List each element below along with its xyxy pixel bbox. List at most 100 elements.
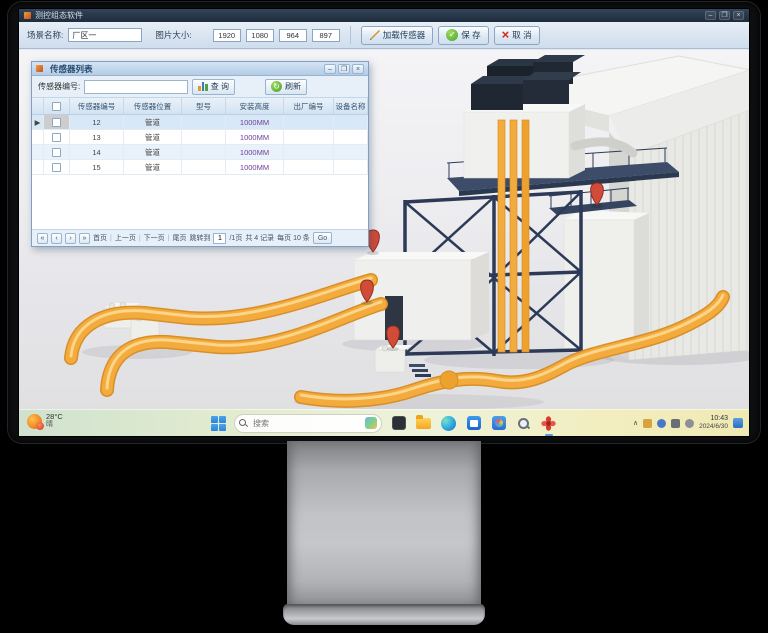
store-button[interactable] bbox=[465, 415, 482, 432]
dialog-titlebar[interactable]: 传感器列表 – ❐ × bbox=[32, 62, 368, 76]
tray-time: 10:43 bbox=[710, 415, 728, 423]
cancel-button[interactable]: × 取 消 bbox=[494, 26, 540, 45]
weather-icon bbox=[27, 414, 42, 429]
photos-button[interactable] bbox=[490, 415, 507, 432]
row-checkbox[interactable] bbox=[52, 163, 61, 172]
weather-condition: 晴 bbox=[46, 421, 63, 429]
size-y-input[interactable] bbox=[312, 29, 340, 42]
table-row[interactable]: 13 管道 1000MM bbox=[32, 130, 368, 145]
first-page-icon[interactable]: « bbox=[37, 233, 48, 244]
task-view-button[interactable] bbox=[390, 415, 407, 432]
front-building bbox=[354, 252, 489, 340]
system-tray: ∧ 10:43 2024/6/30 bbox=[633, 410, 743, 436]
tray-icon-2[interactable] bbox=[657, 419, 666, 428]
records-count: 共 4 记录 bbox=[245, 233, 274, 243]
last-page-icon[interactable]: » bbox=[79, 233, 90, 244]
size-width-input[interactable] bbox=[213, 29, 241, 42]
monitor-stand bbox=[287, 441, 481, 606]
dialog-maximize-button[interactable]: ❐ bbox=[338, 64, 350, 74]
select-all-header[interactable] bbox=[44, 98, 70, 114]
search-highlight-icon bbox=[365, 417, 377, 429]
load-sensors-button[interactable]: 加载传感器 bbox=[361, 26, 434, 45]
col-device-name[interactable]: 设备名称 bbox=[334, 98, 368, 114]
tray-expand-chevron[interactable]: ∧ bbox=[633, 419, 638, 427]
taskbar-search[interactable] bbox=[234, 414, 382, 433]
row-checkbox[interactable] bbox=[52, 148, 61, 157]
window-minimize-button[interactable]: – bbox=[705, 11, 716, 20]
query-button[interactable]: 查 询 bbox=[192, 79, 235, 95]
fan-units bbox=[471, 55, 585, 110]
dialog-icon bbox=[36, 65, 43, 72]
col-model[interactable]: 型号 bbox=[182, 98, 226, 114]
table-row[interactable]: ▶ 12 管道 1000MM bbox=[32, 115, 368, 130]
yellow-riser-pipes bbox=[498, 120, 529, 352]
tray-icon-1[interactable] bbox=[643, 419, 652, 428]
next-page-icon[interactable]: › bbox=[65, 233, 76, 244]
prev-page-icon[interactable]: ‹ bbox=[51, 233, 62, 244]
magnifier-icon bbox=[517, 417, 530, 430]
first-page-link[interactable]: 首页 bbox=[93, 233, 107, 243]
sensor-list-dialog: 传感器列表 – ❐ × 传感器编号: 查 询 ↻ bbox=[31, 61, 369, 247]
table-empty-area bbox=[32, 175, 368, 230]
query-icon bbox=[198, 82, 208, 91]
file-explorer-button[interactable] bbox=[415, 415, 432, 432]
dialog-close-button[interactable]: × bbox=[352, 64, 364, 74]
per-page: 每页 10 条 bbox=[277, 233, 310, 243]
monitor-stand-base bbox=[283, 604, 485, 625]
app-titlebar: 测控组态软件 – ❐ × bbox=[19, 9, 749, 22]
go-button[interactable]: Go bbox=[313, 232, 332, 244]
red-x-icon: × bbox=[502, 30, 510, 40]
scene-name-label: 场景名称: bbox=[27, 29, 63, 41]
check-icon: ✓ bbox=[446, 29, 458, 41]
tray-clock[interactable]: 10:43 2024/6/30 bbox=[699, 415, 728, 431]
window-close-button[interactable]: × bbox=[733, 11, 744, 20]
window-maximize-button[interactable]: ❐ bbox=[719, 11, 730, 20]
col-factory-no[interactable]: 出厂编号 bbox=[284, 98, 334, 114]
refresh-button[interactable]: ↻ 刷新 bbox=[265, 79, 307, 95]
jump-label: 跳转到 bbox=[189, 233, 210, 243]
col-sensor-loc[interactable]: 传感器位置 bbox=[124, 98, 182, 114]
table-row[interactable]: 14 管道 1000MM bbox=[32, 145, 368, 160]
search-icon bbox=[239, 419, 247, 427]
page-total: /1页 bbox=[229, 233, 242, 243]
flower-app-icon bbox=[541, 416, 556, 431]
notification-icon[interactable] bbox=[733, 418, 743, 428]
scada-app-button[interactable] bbox=[540, 415, 557, 432]
refresh-icon: ↻ bbox=[271, 81, 282, 92]
taskbar: 28°C 晴 bbox=[19, 409, 749, 436]
magnifier-button[interactable] bbox=[515, 415, 532, 432]
dialog-minimize-button[interactable]: – bbox=[324, 64, 336, 74]
col-install-height[interactable]: 安装高度 bbox=[226, 98, 284, 114]
size-x-input[interactable] bbox=[279, 29, 307, 42]
last-page-link[interactable]: 尾页 bbox=[172, 233, 186, 243]
app-title: 测控组态软件 bbox=[35, 10, 83, 21]
edge-button[interactable] bbox=[440, 415, 457, 432]
active-app-indicator bbox=[545, 434, 553, 436]
photos-icon bbox=[492, 416, 506, 430]
col-sensor-no[interactable]: 传感器编号 bbox=[70, 98, 124, 114]
select-all-checkbox[interactable] bbox=[52, 102, 61, 111]
main-toolbar: 场景名称: 图片大小: 加载传感器 ✓ 保 存 × 取 消 bbox=[19, 22, 749, 49]
weather-widget[interactable]: 28°C 晴 bbox=[27, 413, 63, 429]
row-checkbox[interactable] bbox=[52, 133, 61, 142]
table-row[interactable]: 15 管道 1000MM bbox=[32, 160, 368, 175]
size-height-input[interactable] bbox=[246, 29, 274, 42]
row-marker-header bbox=[32, 98, 44, 114]
save-button[interactable]: ✓ 保 存 bbox=[438, 26, 488, 45]
weather-temp: 28°C bbox=[46, 413, 63, 421]
app-icon bbox=[24, 12, 31, 19]
row-checkbox[interactable] bbox=[52, 118, 61, 127]
tray-date: 2024/6/30 bbox=[699, 423, 728, 431]
page-number-input[interactable] bbox=[213, 233, 226, 244]
prev-page-link[interactable]: 上一页 bbox=[115, 233, 136, 243]
screen: 测控组态软件 – ❐ × 场景名称: 图片大小: 加载传感器 bbox=[18, 8, 750, 437]
image-size-label: 图片大小: bbox=[155, 29, 191, 41]
tray-icon-3[interactable] bbox=[671, 419, 680, 428]
next-page-link[interactable]: 下一页 bbox=[144, 233, 165, 243]
start-button[interactable] bbox=[211, 416, 226, 431]
taskbar-search-input[interactable] bbox=[251, 418, 351, 429]
scene-name-input[interactable] bbox=[68, 28, 142, 42]
folder-icon bbox=[416, 418, 431, 429]
tray-icon-4[interactable] bbox=[685, 419, 694, 428]
sensor-no-input[interactable] bbox=[84, 80, 188, 94]
